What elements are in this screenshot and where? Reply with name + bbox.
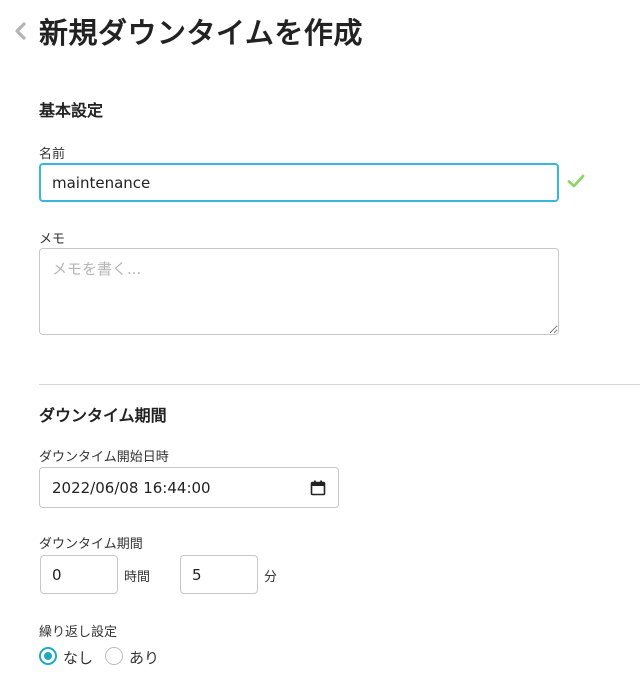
calendar-icon[interactable] (310, 480, 326, 496)
page-title: 新規ダウンタイムを作成 (39, 16, 363, 50)
start-datetime-label: ダウンタイム開始日時 (39, 450, 169, 465)
hours-unit-label: 時間 (124, 570, 151, 585)
recurrence-label: 繰り返し設定 (39, 625, 118, 640)
check-icon (567, 172, 585, 190)
section-divider (39, 384, 640, 385)
start-datetime-value: 2022/06/08 16:44:00 (52, 479, 211, 497)
recurrence-option-label: あり (129, 649, 160, 667)
radio-button-checked[interactable] (39, 647, 57, 665)
duration-label: ダウンタイム期間 (39, 537, 143, 552)
recurrence-option-label: なし (63, 649, 94, 667)
minutes-unit-label: 分 (264, 570, 278, 585)
memo-label: メモ (39, 232, 66, 247)
recurrence-option-none[interactable]: なし (39, 646, 99, 667)
duration-hours-input[interactable] (40, 555, 118, 594)
name-label: 名前 (39, 147, 66, 162)
create-downtime-page: 新規ダウンタイムを作成 基本設定 名前 メモ ダウンタイム期間 ダウンタイム開始… (0, 0, 640, 698)
chevron-left-icon[interactable] (13, 22, 29, 40)
downtime-period-heading: ダウンタイム期間 (39, 406, 167, 425)
memo-textarea[interactable] (39, 248, 559, 335)
basic-settings-heading: 基本設定 (39, 101, 104, 120)
name-input[interactable] (39, 163, 559, 202)
recurrence-option-yes[interactable]: あり (105, 646, 165, 667)
duration-minutes-input[interactable] (180, 555, 258, 594)
page-header: 新規ダウンタイムを作成 (0, 0, 640, 64)
radio-button[interactable] (105, 647, 123, 665)
start-datetime-input[interactable]: 2022/06/08 16:44:00 (39, 467, 339, 508)
